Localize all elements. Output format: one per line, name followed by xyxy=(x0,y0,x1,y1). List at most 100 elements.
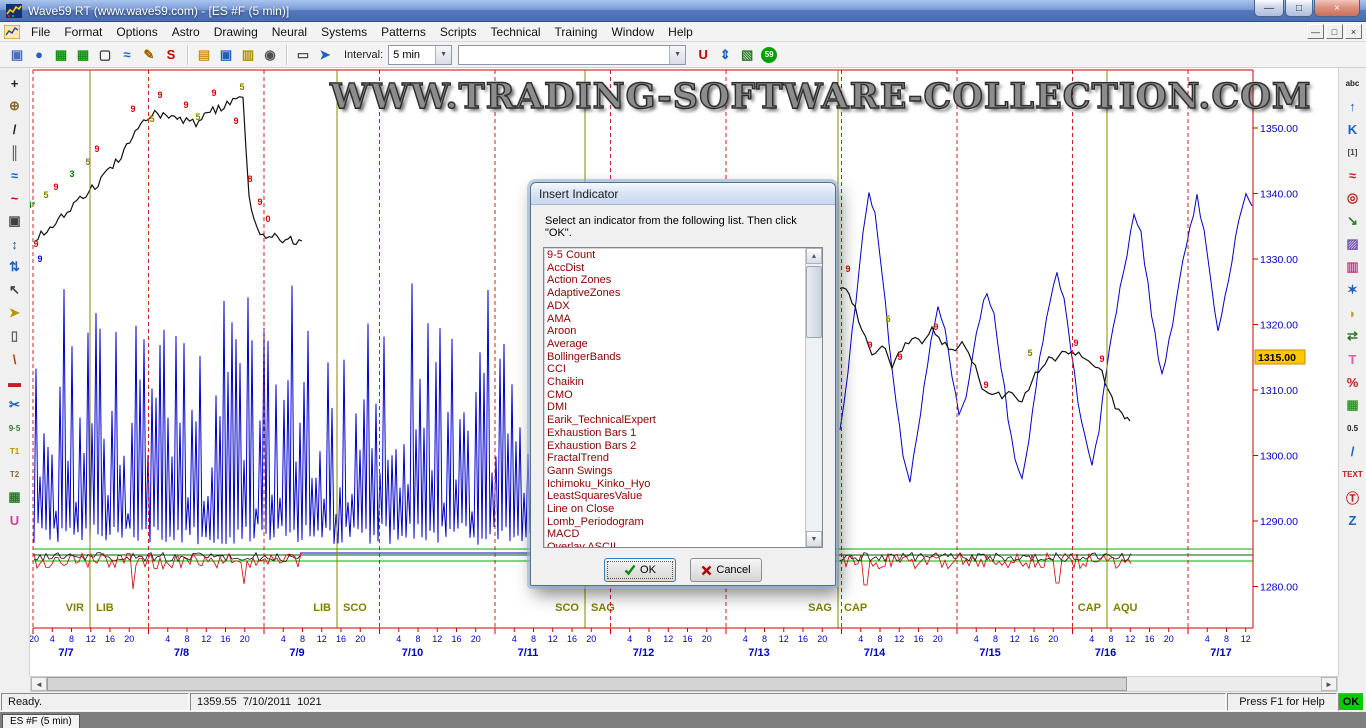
elliott-wave-tool[interactable]: ≈ xyxy=(3,164,27,186)
scroll-thumb[interactable] xyxy=(47,677,1127,691)
menu-item-training[interactable]: Training xyxy=(548,22,605,41)
box-tool[interactable]: ▣ xyxy=(3,210,27,232)
scroll-track[interactable] xyxy=(47,677,1321,691)
bars-tool[interactable]: ▥ xyxy=(1341,256,1365,278)
gradient-box-tool[interactable]: ▨ xyxy=(1341,233,1365,255)
menu-item-options[interactable]: Options xyxy=(109,22,164,41)
menu-item-drawing[interactable]: Drawing xyxy=(207,22,265,41)
delete-tool[interactable]: ▯ xyxy=(3,325,27,347)
snapshot-icon[interactable]: ◉ xyxy=(259,44,281,65)
interval-select[interactable]: 5 min ▼ xyxy=(388,45,452,65)
slope-tool[interactable]: ↘ xyxy=(1341,210,1365,232)
undo-icon[interactable]: U xyxy=(692,44,714,65)
drawing-tools-icon[interactable]: ✎ xyxy=(138,44,160,65)
mdi-close-button[interactable]: × xyxy=(1345,24,1362,39)
menu-item-window[interactable]: Window xyxy=(604,22,661,41)
ok-button[interactable]: OK xyxy=(604,558,676,582)
pin-tool[interactable]: T xyxy=(1341,348,1365,370)
list-scroll-track[interactable] xyxy=(806,264,822,531)
horizontal-scrollbar[interactable]: ◄ ► xyxy=(30,676,1338,692)
menu-item-technical[interactable]: Technical xyxy=(484,22,548,41)
circle-t-tool[interactable]: Ⓣ xyxy=(1341,486,1365,508)
list-scroll-thumb[interactable] xyxy=(806,266,822,338)
t2-tool[interactable]: T2 xyxy=(3,463,27,485)
tab-es-5min[interactable]: ES #F (5 min) xyxy=(2,714,80,728)
list-item-lomb-periodogram[interactable]: Lomb_Periodogram xyxy=(544,516,805,529)
minimize-button[interactable]: — xyxy=(1254,0,1284,17)
list-item-adx[interactable]: ADX xyxy=(544,300,805,313)
globe-icon[interactable]: ● xyxy=(28,44,50,65)
channel-tool[interactable]: K xyxy=(1341,118,1365,140)
target-tool[interactable]: ◎ xyxy=(1341,187,1365,209)
pointer-tool[interactable]: ↖ xyxy=(3,279,27,301)
print-icon[interactable]: ▭ xyxy=(292,44,314,65)
pages-icon[interactable]: ▣ xyxy=(6,44,28,65)
moon-tool[interactable]: ◗ xyxy=(1341,302,1365,324)
half-level-tool[interactable]: 0.5 xyxy=(1341,417,1365,439)
monitor-icon[interactable]: ▢ xyxy=(94,44,116,65)
list-item-gann-swings[interactable]: Gann Swings xyxy=(544,465,805,478)
list-item-bollingerbands[interactable]: BollingerBands xyxy=(544,351,805,364)
label-tool[interactable]: abc xyxy=(1341,72,1365,94)
quote-board-icon[interactable]: ▦ xyxy=(50,44,72,65)
mosaic-tool[interactable]: ▦ xyxy=(1341,394,1365,416)
menu-item-format[interactable]: Format xyxy=(57,22,109,41)
scale-icon[interactable]: ⇕ xyxy=(714,44,736,65)
menu-item-help[interactable]: Help xyxy=(661,22,700,41)
eraser-tool[interactable]: ▬ xyxy=(3,371,27,393)
wave59-icon[interactable]: 59 xyxy=(758,44,780,65)
list-item-leastsquaresvalue[interactable]: LeastSquaresValue xyxy=(544,490,805,503)
list-item-fractaltrend[interactable]: FractalTrend xyxy=(544,452,805,465)
list-item-9-5-count[interactable]: 9-5 Count xyxy=(544,249,805,262)
close-button[interactable]: × xyxy=(1314,0,1360,17)
list-item-ichimoku-kinko-hyo[interactable]: Ichimoku_Kinko_Hyo xyxy=(544,478,805,491)
zigzag-tool[interactable]: Z xyxy=(1341,509,1365,531)
chevron-down-icon[interactable]: ▼ xyxy=(669,46,685,64)
scroll-right-icon[interactable]: ► xyxy=(1321,677,1337,691)
pan-tool[interactable]: ⊕ xyxy=(3,95,27,117)
numbers-tool[interactable]: [1] xyxy=(1341,141,1365,163)
list-item-overlay-ascii[interactable]: Overlay ASCII xyxy=(544,541,805,547)
scroll-up-icon[interactable]: ▲ xyxy=(806,248,822,264)
menu-item-astro[interactable]: Astro xyxy=(165,22,207,41)
list-item-average[interactable]: Average xyxy=(544,338,805,351)
compass-tool[interactable]: ✶ xyxy=(1341,279,1365,301)
list-item-dmi[interactable]: DMI xyxy=(544,401,805,414)
mdi-restore-button[interactable]: □ xyxy=(1326,24,1343,39)
watch-list-icon[interactable]: ▦ xyxy=(72,44,94,65)
menu-item-file[interactable]: File xyxy=(24,22,57,41)
waves-tool[interactable]: ≈ xyxy=(1341,164,1365,186)
forward-icon[interactable]: ➤ xyxy=(314,44,336,65)
cycle-tool[interactable]: ~ xyxy=(3,187,27,209)
percent-tool[interactable]: % xyxy=(1341,371,1365,393)
symbol-combo[interactable]: ▼ xyxy=(458,45,686,65)
crosshair-tool[interactable]: + xyxy=(3,72,27,94)
menu-item-scripts[interactable]: Scripts xyxy=(433,22,484,41)
grid-lines-tool[interactable]: ║ xyxy=(3,141,27,163)
list-scrollbar[interactable]: ▲ ▼ xyxy=(805,248,822,547)
chart-settings-icon[interactable]: ▥ xyxy=(237,44,259,65)
menu-item-systems[interactable]: Systems xyxy=(314,22,374,41)
trendline-tool[interactable]: / xyxy=(3,118,27,140)
title-bar[interactable]: Wave59 RT (www.wave59.com) - [ES #F (5 m… xyxy=(0,0,1366,22)
refresh-chart-icon[interactable]: ▧ xyxy=(736,44,758,65)
list-item-ama[interactable]: AMA xyxy=(544,313,805,326)
list-item-cci[interactable]: CCI xyxy=(544,363,805,376)
scripts-icon[interactable]: S xyxy=(160,44,182,65)
grid-tool[interactable]: ▦ xyxy=(3,486,27,508)
scroll-left-icon[interactable]: ◄ xyxy=(31,677,47,691)
list-item-earik-technicalexpert[interactable]: Earik_TechnicalExpert xyxy=(544,414,805,427)
list-item-macd[interactable]: MACD xyxy=(544,528,805,541)
list-item-adaptivezones[interactable]: AdaptiveZones xyxy=(544,287,805,300)
diagonal-tool[interactable]: / xyxy=(1341,440,1365,462)
text-tool[interactable]: TEXT xyxy=(1341,463,1365,485)
paint-tool[interactable]: \ xyxy=(3,348,27,370)
scissors-tool[interactable]: ✂ xyxy=(3,394,27,416)
cancel-button[interactable]: Cancel xyxy=(690,558,762,582)
compress-tool[interactable]: ⇅ xyxy=(3,256,27,278)
maximize-button[interactable]: □ xyxy=(1285,0,1313,17)
list-item-line-on-close[interactable]: Line on Close xyxy=(544,503,805,516)
mdi-minimize-button[interactable]: — xyxy=(1307,24,1324,39)
list-item-cmo[interactable]: CMO xyxy=(544,389,805,402)
save-icon[interactable]: ▣ xyxy=(215,44,237,65)
